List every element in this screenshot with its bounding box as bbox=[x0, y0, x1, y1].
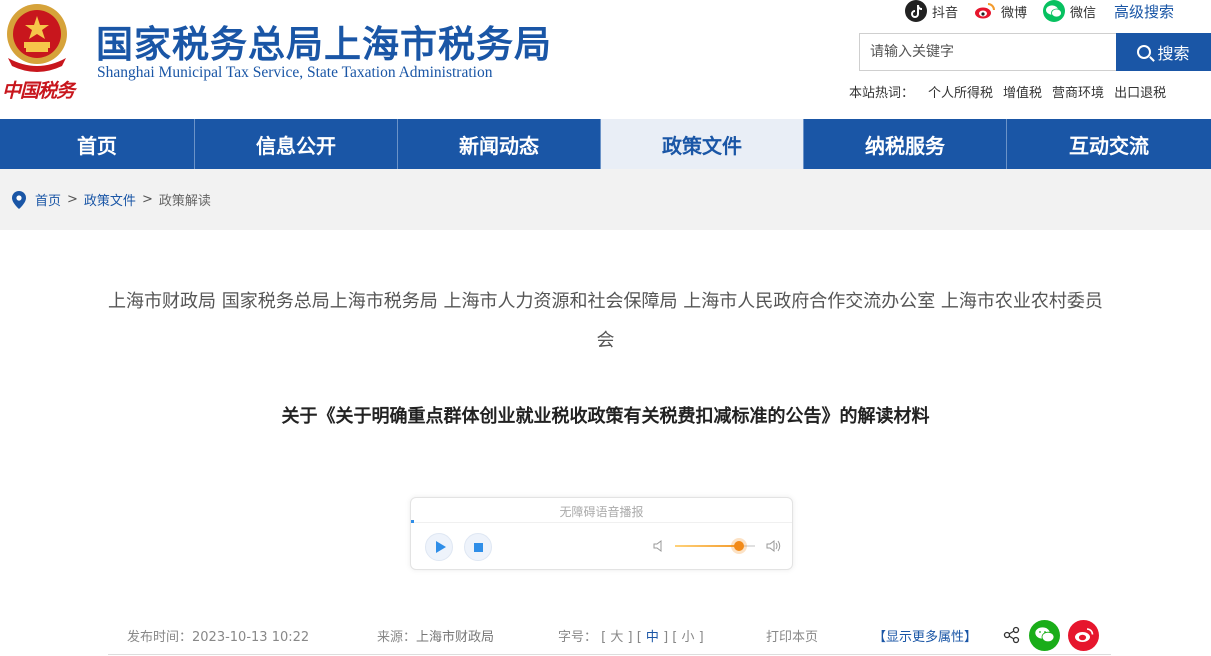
article-meta: 发布时间：2023-10-13 10:22 来源：上海市财政局 字号： [ 大 … bbox=[108, 619, 1111, 651]
share-icon[interactable] bbox=[1003, 626, 1021, 644]
breadcrumb-home[interactable]: 首页 bbox=[35, 190, 61, 209]
share-weibo-button[interactable] bbox=[1068, 619, 1099, 651]
site-subtitle: Shanghai Municipal Tax Service, State Ta… bbox=[97, 64, 493, 81]
nav-item-tax-services[interactable]: 纳税服务 bbox=[804, 119, 1007, 169]
hotwords-label: 本站热词： bbox=[849, 86, 915, 101]
search-button[interactable]: 搜索 bbox=[1116, 33, 1211, 71]
social-weibo-label: 微博 bbox=[1001, 5, 1028, 21]
publish-time: 发布时间：2023-10-13 10:22 bbox=[127, 626, 377, 645]
publish-time-value: 2023-10-13 10:22 bbox=[192, 629, 310, 645]
volume-high-icon[interactable] bbox=[765, 539, 783, 553]
article-title: 关于《关于明确重点群体创业就业税收政策有关税费扣减标准的公告》的解读材料 bbox=[281, 406, 930, 427]
breadcrumb: 首页 > 政策文件 > 政策解读 bbox=[0, 169, 1211, 230]
hotwords: 本站热词： 个人所得税 增值税 营商环境 出口退税 bbox=[849, 82, 1176, 101]
weibo-icon bbox=[974, 0, 997, 22]
font-size-small[interactable]: 小 bbox=[681, 630, 694, 645]
font-size-switcher: 字号： [ 大 ] [ 中 ] [ 小 ] bbox=[558, 629, 704, 645]
divider bbox=[108, 654, 1111, 655]
article-source: 来源：上海市财政局 bbox=[377, 626, 558, 645]
social-douyin[interactable]: 抖音 bbox=[905, 0, 958, 22]
font-size-label: 字号： bbox=[558, 629, 598, 645]
search-icon bbox=[1137, 45, 1152, 59]
search-button-label: 搜索 bbox=[1157, 44, 1190, 63]
social-links: 抖音 微博 微信 高级搜索 bbox=[905, 0, 1174, 22]
search-box: 搜索 bbox=[859, 33, 1211, 71]
volume-low-icon[interactable] bbox=[652, 539, 666, 553]
site-title[interactable]: 国家税务总局上海市税务局 bbox=[96, 14, 552, 68]
national-emblem-icon bbox=[7, 4, 67, 72]
font-size-medium[interactable]: 中 bbox=[646, 630, 659, 645]
hotword-item[interactable]: 个人所得税 bbox=[928, 82, 993, 101]
volume-slider-knob[interactable] bbox=[734, 541, 744, 551]
advanced-search-link[interactable]: 高级搜索 bbox=[1114, 1, 1174, 22]
wechat-icon bbox=[1034, 627, 1054, 643]
social-weibo[interactable]: 微博 bbox=[974, 0, 1027, 22]
source-label: 来源： bbox=[377, 629, 417, 645]
player-progress-track[interactable] bbox=[411, 522, 792, 523]
font-size-large[interactable]: 大 bbox=[610, 630, 623, 645]
stop-button[interactable] bbox=[464, 533, 492, 561]
search-input[interactable] bbox=[859, 33, 1116, 71]
main-nav: 首页 信息公开 新闻动态 政策文件 纳税服务 互动交流 bbox=[0, 119, 1211, 169]
publish-time-label: 发布时间： bbox=[127, 629, 193, 645]
douyin-icon bbox=[905, 0, 927, 22]
show-more-attributes-link[interactable]: 【显示更多属性】 bbox=[873, 626, 1003, 645]
voice-player: 无障碍语音播报 bbox=[410, 497, 793, 570]
wechat-icon bbox=[1043, 0, 1066, 22]
play-icon bbox=[435, 541, 446, 553]
tax-seal-logo: 中国税务 bbox=[2, 80, 75, 102]
hotword-item[interactable]: 出口退税 bbox=[1114, 82, 1166, 101]
share-wechat-button[interactable] bbox=[1029, 619, 1060, 651]
location-pin-icon bbox=[12, 190, 26, 209]
voice-player-label: 无障碍语音播报 bbox=[559, 505, 644, 519]
breadcrumb-policy-documents[interactable]: 政策文件 bbox=[84, 190, 136, 209]
player-progress-fill bbox=[411, 520, 414, 523]
breadcrumb-current: 政策解读 bbox=[158, 194, 211, 209]
breadcrumb-separator: > bbox=[67, 192, 78, 207]
nav-item-interaction[interactable]: 互动交流 bbox=[1007, 119, 1211, 169]
volume-slider-fill bbox=[675, 545, 739, 547]
nav-item-info-disclosure[interactable]: 信息公开 bbox=[195, 119, 398, 169]
header: 中国税务 国家税务总局上海市税务局 Shanghai Municipal Tax… bbox=[0, 0, 1211, 119]
play-button[interactable] bbox=[425, 533, 453, 561]
stop-icon bbox=[473, 542, 483, 552]
social-wechat[interactable]: 微信 bbox=[1043, 0, 1096, 22]
hotword-item[interactable]: 营商环境 bbox=[1052, 82, 1104, 101]
weibo-icon bbox=[1074, 628, 1093, 642]
nav-item-policy-documents[interactable]: 政策文件 bbox=[601, 119, 804, 169]
hotword-item[interactable]: 增值税 bbox=[1003, 82, 1042, 101]
nav-item-news[interactable]: 新闻动态 bbox=[398, 119, 601, 169]
article-issuer: 上海市财政局 国家税务总局上海市税务局 上海市人力资源和社会保障局 上海市人民政… bbox=[108, 291, 1103, 351]
volume-slider[interactable] bbox=[675, 541, 755, 551]
social-wechat-label: 微信 bbox=[1070, 5, 1097, 21]
breadcrumb-separator: > bbox=[141, 192, 153, 207]
nav-item-home[interactable]: 首页 bbox=[0, 119, 195, 169]
source-value: 上海市财政局 bbox=[416, 629, 495, 645]
print-page-link[interactable]: 打印本页 bbox=[766, 626, 873, 645]
social-douyin-label: 抖音 bbox=[932, 5, 959, 21]
